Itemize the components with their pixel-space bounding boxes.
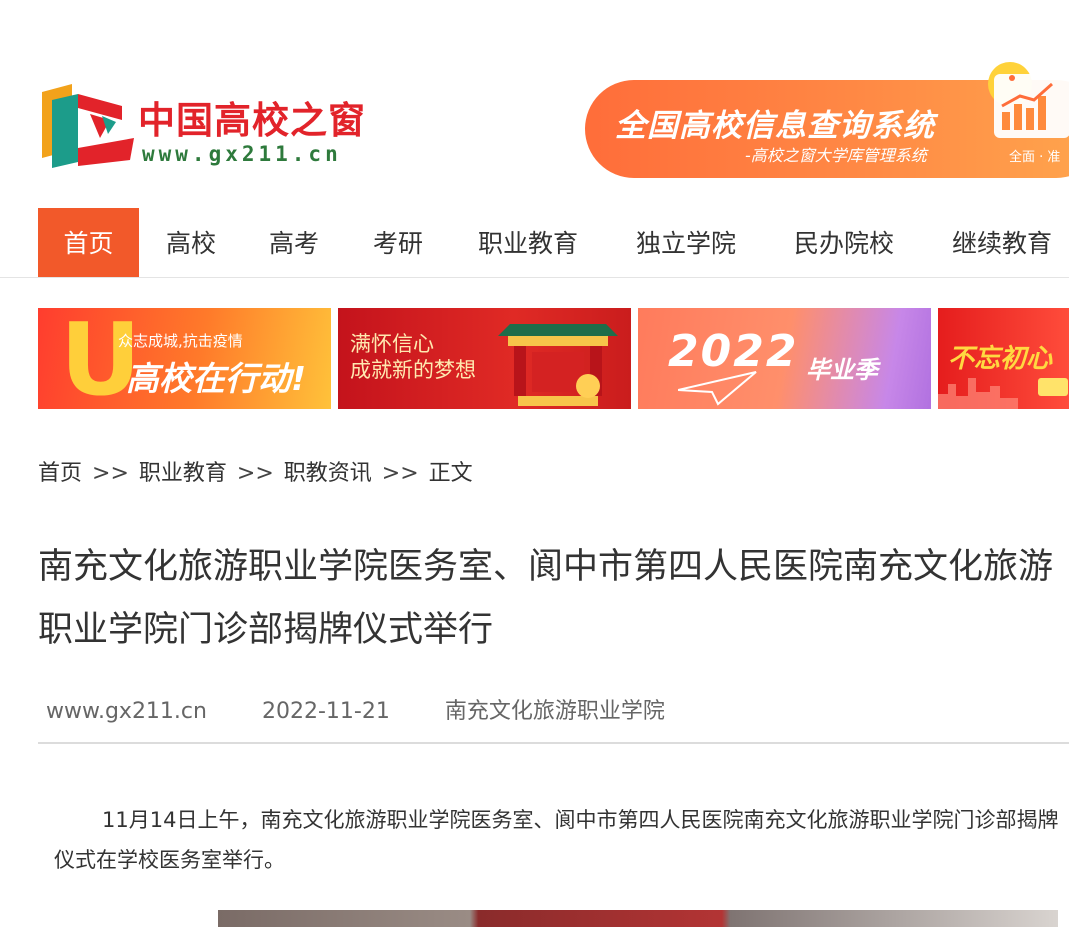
site-logo[interactable]: 中国高校之窗 www.gx211.cn	[38, 80, 388, 175]
breadcrumb-separator: >>	[236, 461, 274, 486]
promo-banner-epidemic[interactable]: U 众志成城,抗击疫情 高校在行动!	[38, 308, 331, 409]
nav-item-home[interactable]: 首页	[38, 208, 139, 277]
logo-mark-icon	[42, 84, 134, 168]
breadcrumb-current: 正文	[428, 461, 473, 486]
promo-banner-graduation[interactable]: 2022 毕业季	[638, 308, 931, 409]
article-source-site: www.gx211.cn	[46, 699, 207, 724]
promo-banner-original-aspiration[interactable]: 不忘初心	[938, 308, 1069, 409]
nav-item-private-colleges[interactable]: 民办院校	[778, 208, 910, 277]
ad-banner-title: 全国高校信息查询系统	[615, 108, 935, 144]
paper-plane-icon	[678, 371, 757, 406]
promo-banner-line2: 成就新的梦想	[350, 358, 476, 382]
ad-banner-badge: 全面 · 准	[1009, 150, 1061, 165]
article-date: 2022-11-21	[261, 699, 390, 724]
meta-divider	[38, 742, 1069, 744]
promo-banner-line2: 毕业季	[806, 356, 878, 384]
article-title: 南充文化旅游职业学院医务室、阆中市第四人民医院南充文化旅游职业学院门诊部揭牌仪式…	[38, 547, 1054, 650]
breadcrumb-home[interactable]: 首页	[38, 461, 82, 486]
main-nav: 首页 高校 高考 考研 职业教育 独立学院 民办院校 继续教育	[0, 208, 1069, 278]
article-paragraph: 11月14日上午，南充文化旅游职业学院医务室、阆中市第四人民医院南充文化旅游职业…	[54, 808, 1059, 872]
promo-banner-line2: 高校在行动!	[126, 359, 307, 398]
city-skyline-icon	[938, 378, 1068, 409]
article-meta: www.gx211.cn 2022-11-21 南充文化旅游职业学院	[46, 693, 713, 725]
ad-banner-subtitle: -高校之窗大学库管理系统	[745, 146, 927, 165]
nav-item-vocational[interactable]: 职业教育	[462, 208, 594, 277]
breadcrumb-vocational-news[interactable]: 职教资讯	[284, 461, 372, 486]
nav-item-postgraduate[interactable]: 考研	[348, 208, 448, 277]
article-body: 11月14日上午，南充文化旅游职业学院医务室、阆中市第四人民医院南充文化旅游职业…	[54, 800, 1069, 880]
nav-item-independent-colleges[interactable]: 独立学院	[620, 208, 752, 277]
article-author: 南充文化旅游职业学院	[444, 699, 665, 724]
breadcrumb-separator: >>	[92, 461, 129, 486]
ad-banner-query-system[interactable]: 全国高校信息查询系统 -高校之窗大学库管理系统 全面 · 准	[585, 62, 1069, 178]
breadcrumb-vocational[interactable]: 职业教育	[139, 461, 227, 486]
breadcrumb-separator: >>	[381, 461, 419, 486]
promo-banner-line1: 众志成城,抗击疫情	[118, 332, 243, 350]
nav-item-universities[interactable]: 高校	[141, 208, 241, 277]
logo-url: www.gx211.cn	[142, 142, 342, 166]
promo-banner-dream[interactable]: 满怀信心 成就新的梦想	[338, 308, 631, 409]
nav-item-continuing-education[interactable]: 继续教育	[936, 208, 1068, 277]
nav-item-gaokao[interactable]: 高考	[244, 208, 344, 277]
article-photo	[218, 910, 1058, 927]
gate-illustration-icon	[498, 324, 618, 406]
logo-title: 中国高校之窗	[138, 99, 366, 142]
breadcrumb: 首页 >> 职业教育 >> 职教资讯 >> 正文	[38, 455, 473, 487]
